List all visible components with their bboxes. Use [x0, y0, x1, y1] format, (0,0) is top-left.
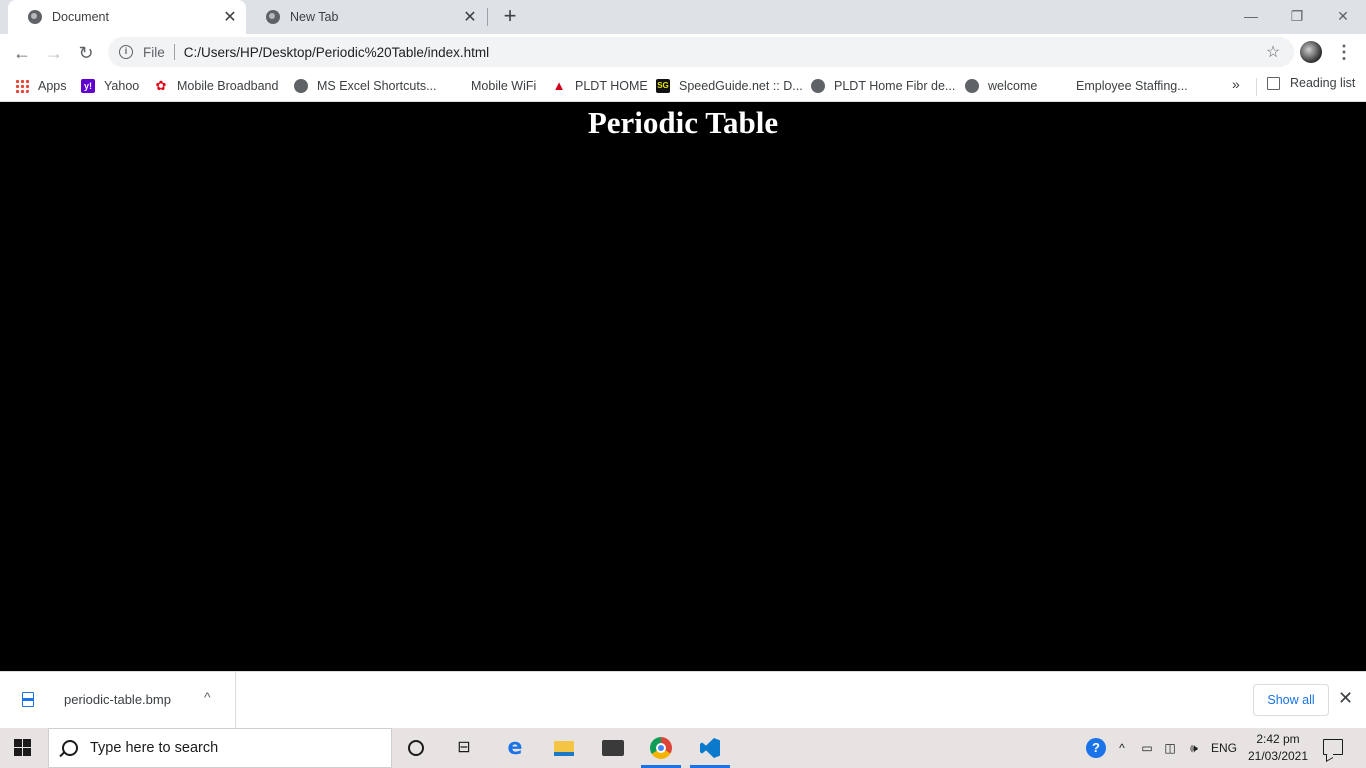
- system-clock[interactable]: 2:42 pm 21/03/2021: [1246, 731, 1310, 765]
- page-title: Periodic Table: [587, 105, 779, 140]
- clock-time: 2:42 pm: [1256, 732, 1300, 746]
- browser-menu-button[interactable]: ⋮: [1334, 39, 1354, 67]
- bookmark-label: PLDT Home Fibr de...: [834, 79, 956, 93]
- address-bar[interactable]: i File C:/Users/HP/Desktop/Periodic%20Ta…: [108, 37, 1294, 67]
- taskbar: Type here to search ⊟ e ? ^ ▭ ◫ 🕪 ENG 2:…: [0, 728, 1366, 768]
- browser-toolbar: ← → ↻ i File C:/Users/HP/Desktop/Periodi…: [0, 34, 1366, 70]
- bookmark-welcome[interactable]: welcome: [965, 76, 1037, 96]
- battery-icon[interactable]: ▭: [1138, 728, 1156, 768]
- bookmark-employee-staffing[interactable]: Employee Staffing...: [1076, 76, 1188, 96]
- tab-close-icon[interactable]: ✕: [458, 7, 482, 27]
- mail-icon[interactable]: [601, 736, 625, 760]
- chrome-icon[interactable]: [649, 736, 673, 760]
- search-icon: [62, 740, 78, 756]
- minimize-button[interactable]: —: [1228, 2, 1274, 30]
- reading-list-label: Reading list: [1290, 76, 1356, 90]
- bookmark-label: Mobile WiFi: [471, 79, 537, 93]
- download-shelf: periodic-table.bmp ^ Show all ✕: [0, 671, 1366, 728]
- image-file-icon: [22, 692, 34, 707]
- reading-list-icon: [1267, 76, 1280, 90]
- bookmarks-overflow-chevron-icon[interactable]: »: [1232, 76, 1240, 92]
- bookmark-speedguide[interactable]: SG SpeedGuide.net :: D...: [656, 76, 803, 96]
- bookmark-apps[interactable]: Apps: [15, 76, 67, 96]
- globe-icon: [811, 79, 825, 93]
- bookmark-yahoo[interactable]: y! Yahoo: [81, 76, 139, 96]
- clock-date: 21/03/2021: [1247, 749, 1309, 763]
- huawei-icon: ✿: [155, 78, 167, 93]
- tab-document[interactable]: Document ✕: [8, 0, 246, 34]
- bookmark-label: MS Excel Shortcuts...: [317, 79, 437, 93]
- page-content: Periodic Table: [0, 103, 1366, 671]
- window-close-button[interactable]: ✕: [1320, 2, 1366, 30]
- bookmark-mobile-broadband[interactable]: ✿ Mobile Broadband: [154, 76, 279, 96]
- reading-list-button[interactable]: Reading list: [1267, 76, 1355, 90]
- speedguide-icon: SG: [656, 79, 670, 93]
- reload-button[interactable]: ↻: [72, 39, 100, 67]
- notifications-icon[interactable]: [1323, 739, 1343, 755]
- new-tab-button[interactable]: +: [497, 3, 523, 29]
- chevron-up-icon[interactable]: ^: [204, 689, 211, 705]
- yahoo-icon: y!: [81, 79, 95, 93]
- bookmark-label: welcome: [988, 79, 1038, 93]
- tab-title: Document: [52, 10, 109, 24]
- bookmark-mobile-wifi[interactable]: Mobile WiFi: [471, 76, 536, 96]
- apps-grid-icon: [15, 79, 29, 93]
- bookmark-label: Employee Staffing...: [1076, 79, 1188, 93]
- cortana-icon[interactable]: [404, 736, 428, 760]
- windows-start-icon[interactable]: [14, 739, 32, 757]
- file-explorer-icon[interactable]: [552, 736, 576, 760]
- globe-icon: [294, 79, 308, 93]
- taskbar-search-box[interactable]: Type here to search: [48, 728, 392, 768]
- globe-icon: [28, 10, 42, 24]
- bookmarks-divider: [1256, 78, 1257, 96]
- info-icon[interactable]: i: [119, 45, 133, 59]
- bookmark-star-icon[interactable]: ☆: [1260, 42, 1286, 62]
- profile-avatar[interactable]: [1300, 41, 1322, 63]
- download-file-name[interactable]: periodic-table.bmp: [64, 692, 171, 707]
- close-shelf-icon[interactable]: ✕: [1338, 688, 1353, 709]
- globe-icon: [965, 79, 979, 93]
- download-item[interactable]: periodic-table.bmp ^: [0, 672, 236, 728]
- task-view-icon[interactable]: ⊟: [452, 736, 476, 760]
- language-indicator[interactable]: ENG: [1208, 728, 1240, 768]
- bookmark-label: SpeedGuide.net :: D...: [679, 79, 803, 93]
- pldt-icon: ▲: [552, 78, 566, 93]
- help-icon[interactable]: ?: [1086, 738, 1106, 758]
- tab-strip: Document ✕ New Tab ✕ + — ❐ ✕: [0, 0, 1366, 34]
- volume-icon[interactable]: 🕪: [1184, 728, 1204, 768]
- bookmarks-bar: Apps y! Yahoo ✿ Mobile Broadband MS Exce…: [0, 70, 1366, 102]
- globe-icon: [266, 10, 280, 24]
- bookmark-ms-excel[interactable]: MS Excel Shortcuts...: [294, 76, 436, 96]
- tab-divider: [487, 8, 488, 26]
- bookmark-pldt-fibr[interactable]: PLDT Home Fibr de...: [811, 76, 955, 96]
- bookmark-label: Apps: [38, 79, 67, 93]
- show-all-button[interactable]: Show all: [1253, 684, 1329, 716]
- tab-title: New Tab: [290, 10, 339, 24]
- search-placeholder: Type here to search: [90, 740, 219, 756]
- restore-button[interactable]: ❐: [1274, 2, 1320, 30]
- bookmark-label: Yahoo: [104, 79, 140, 93]
- vscode-icon[interactable]: [698, 736, 722, 760]
- url-text[interactable]: C:/Users/HP/Desktop/Periodic%20Table/ind…: [184, 45, 1260, 60]
- tray-chevron-icon[interactable]: ^: [1114, 728, 1130, 768]
- bookmark-label: PLDT HOME: [575, 79, 648, 93]
- omnibox-separator: [173, 44, 175, 60]
- tab-close-icon[interactable]: ✕: [218, 7, 242, 27]
- back-button[interactable]: ←: [8, 39, 36, 67]
- tab-new-tab[interactable]: New Tab ✕: [246, 0, 486, 34]
- bookmark-pldt-home[interactable]: ▲ PLDT HOME: [552, 76, 648, 96]
- network-icon[interactable]: ◫: [1160, 728, 1180, 768]
- site-info-label[interactable]: File: [143, 45, 165, 60]
- bookmark-label: Mobile Broadband: [177, 79, 279, 93]
- edge-icon[interactable]: e: [503, 736, 527, 760]
- forward-button[interactable]: →: [40, 39, 68, 67]
